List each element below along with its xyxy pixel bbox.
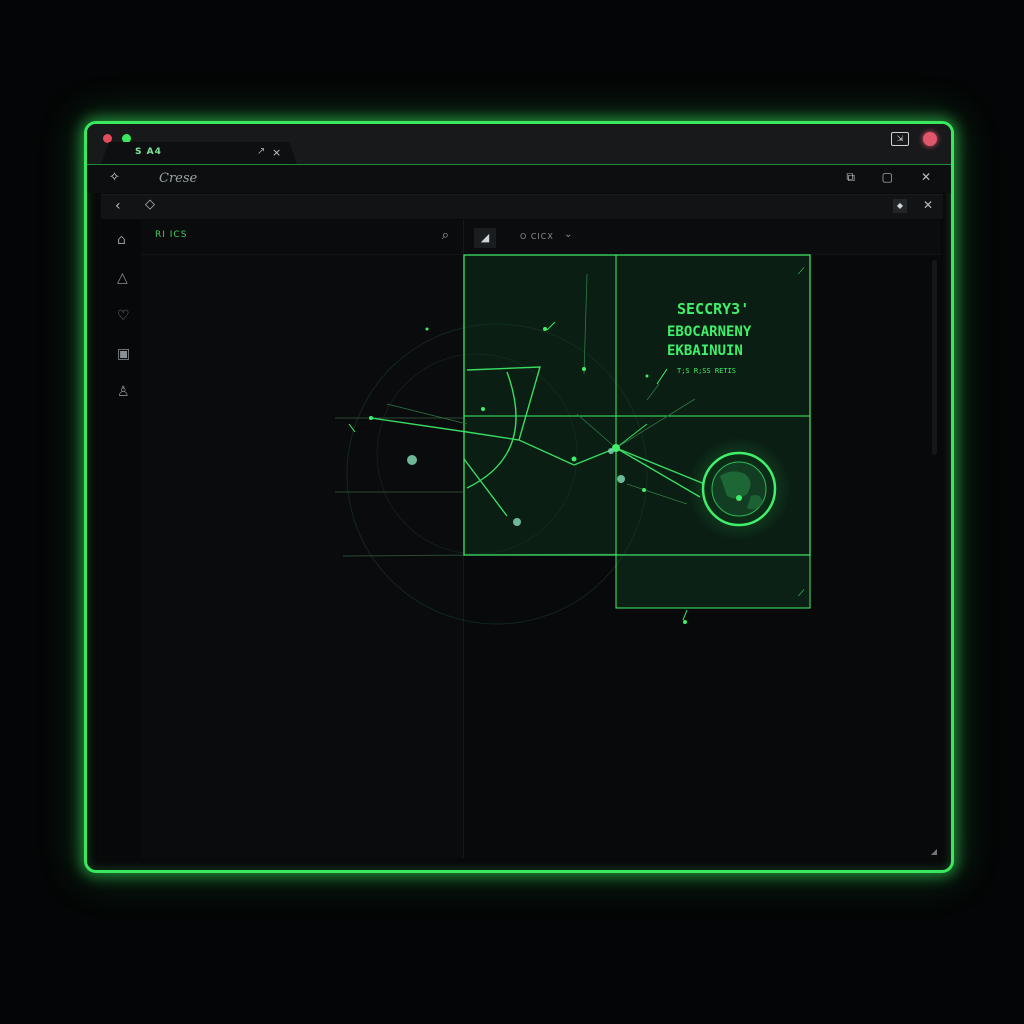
- network-cluster[interactable]: [617, 475, 625, 483]
- network-arrow: [682, 609, 688, 621]
- network-visualization: ⟋ ⟋ SECCRY3' EBOCARNENY EKBAINUIN T;S R;…: [335, 254, 811, 625]
- network-node[interactable]: [369, 416, 373, 420]
- network-node[interactable]: [571, 456, 577, 462]
- network-node[interactable]: [645, 374, 649, 378]
- network-node[interactable]: [642, 488, 646, 492]
- network-cluster[interactable]: [407, 455, 417, 465]
- network-cluster[interactable]: [513, 518, 521, 526]
- network-link: [386, 403, 468, 425]
- network-node[interactable]: [582, 367, 586, 371]
- overlay-title-line-2: EBOCARNENY: [667, 324, 752, 340]
- overlay-subtitle: T;S R;SS RETIS: [677, 367, 736, 375]
- network-node[interactable]: [683, 620, 687, 624]
- panel-corner-icon[interactable]: ⟋: [798, 589, 805, 599]
- network-node[interactable]: [543, 327, 547, 331]
- panel-lower-cell: [615, 554, 811, 609]
- panel-corner-icon[interactable]: ⟋: [798, 267, 805, 277]
- network-node[interactable]: [481, 407, 485, 411]
- app-window: S A4 ↗ × ⇲ ✧ Crese ⧉ ▢ ✕ ‹ ◇ ◆ ✕ ⌂ △ ♡ ▣…: [84, 121, 954, 873]
- overlay-title-line-1: SECCRY3': [677, 300, 749, 318]
- network-node[interactable]: [425, 327, 429, 331]
- network-cluster[interactable]: [608, 448, 614, 454]
- globe-target-dot: [736, 495, 742, 501]
- globe-target[interactable]: [687, 437, 791, 541]
- overlay-title-line-3: EKBAINUIN: [667, 343, 743, 359]
